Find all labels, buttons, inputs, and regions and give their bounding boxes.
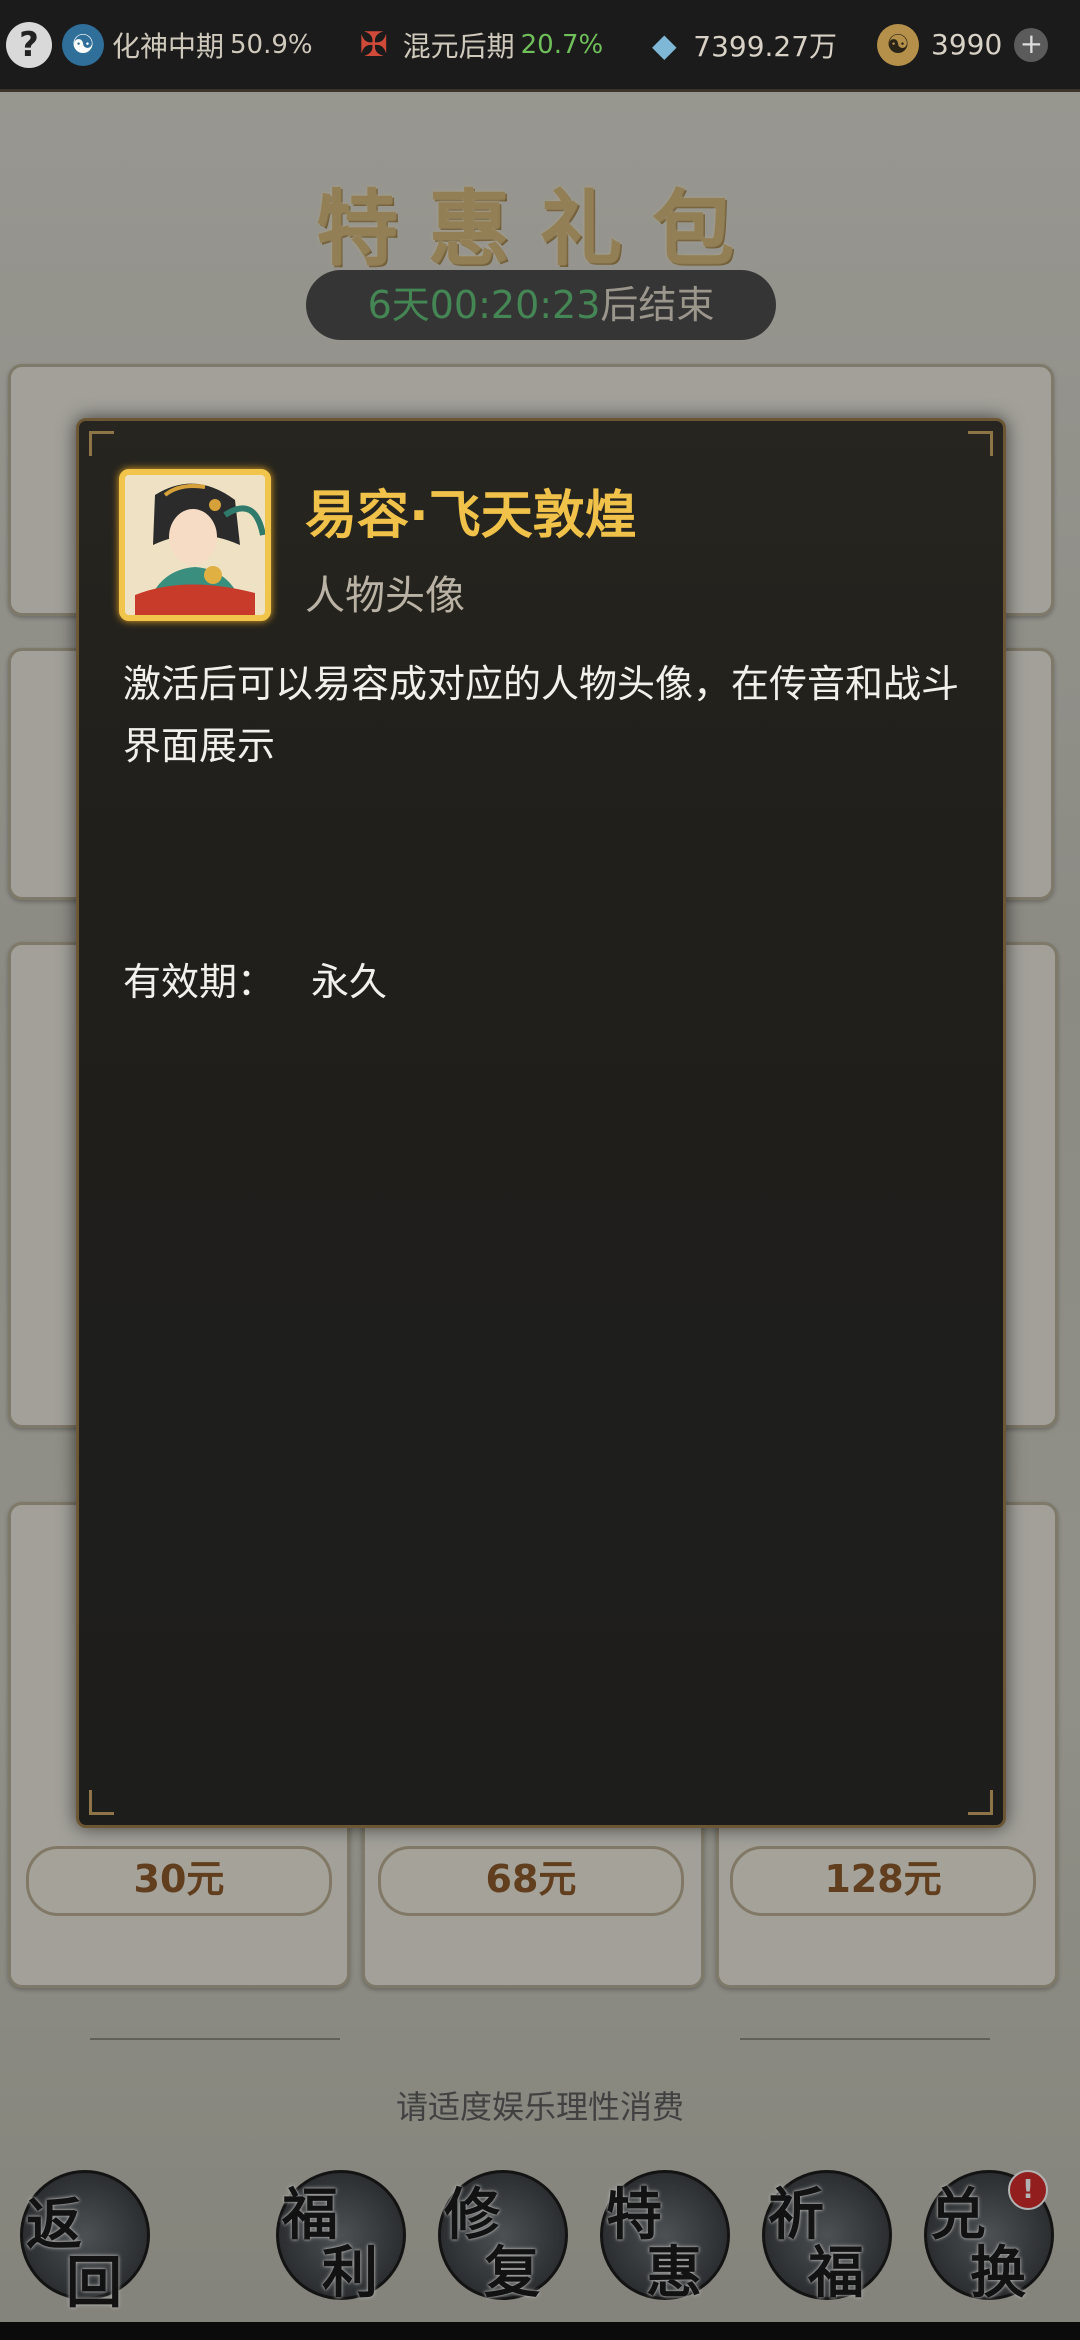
top-status-bar: ? ☯ 化神中期 50.9% ✠ 混元后期 20.7% ◆ 7399.27万 ☯… [0,0,1080,92]
corner-ornament [968,431,993,456]
realm-name: 化神中期 [112,29,225,63]
sword-icon: ✠ [359,24,388,65]
realm-progress: 50.9% [230,29,313,60]
portrait-illustration [125,475,265,615]
gold-coin-icon: ☯ [877,23,920,66]
validity-value: 永久 [311,960,388,1004]
validity-label: 有效期： [123,960,276,1004]
taiji-icon: ☯ [62,23,104,66]
gold-stat: ☯ 3990 + [877,0,1049,91]
realm-stat-2: ✠ 混元后期 20.7% [353,0,604,91]
corner-ornament [968,1790,993,1815]
gold-count: 3990 [931,28,1003,61]
avatar-portrait-icon [119,469,271,621]
body-realm-name: 混元后期 [402,29,515,63]
item-description: 激活后可以易容成对应的人物头像，在传音和战斗界面展示 [123,662,960,768]
validity-row: 有效期： 永久 [123,951,387,1006]
item-type: 人物头像 [305,573,465,619]
item-name: 易容·飞天敦煌 [305,486,637,546]
corner-ornament [89,431,114,456]
plus-icon[interactable]: + [1014,27,1049,62]
spirit-stone-count: 7399.27万 [693,29,838,63]
body-realm-progress: 20.7% [520,29,604,60]
realm-stat-1: ☯ 化神中期 50.9% [62,0,313,91]
crystal-icon: ◆ [651,25,677,64]
corner-ornament [89,1790,114,1815]
spirit-stone-stat: ◆ 7399.27万 [643,0,837,91]
item-detail-popup: 易容·飞天敦煌 人物头像 激活后可以易容成对应的人物头像，在传音和战斗界面展示 … [76,418,1006,1828]
question-mark-icon[interactable]: ? [6,21,52,68]
